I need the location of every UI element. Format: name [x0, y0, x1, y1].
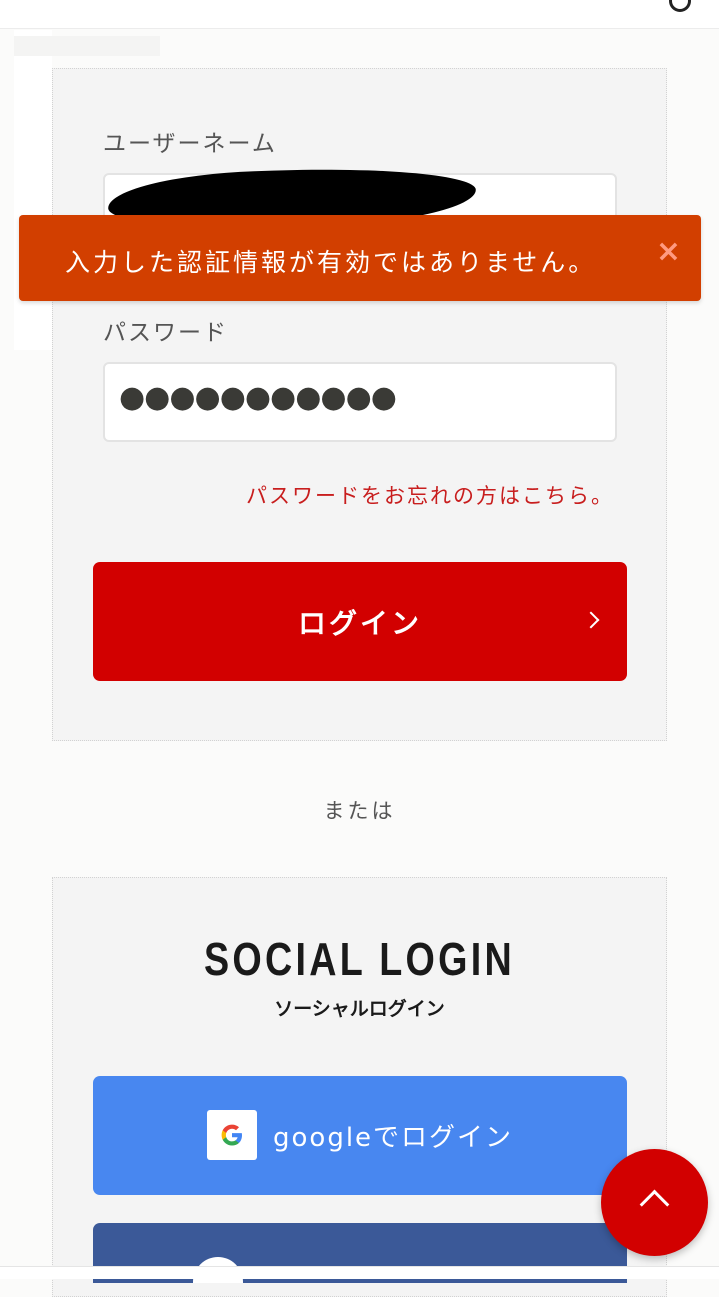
error-toast: 入力した認証情報が有効ではありません。 × — [19, 215, 701, 301]
close-icon[interactable]: × — [656, 237, 681, 267]
user-icon[interactable] — [669, 0, 691, 12]
decorative-band — [14, 30, 52, 350]
chevron-up-icon — [639, 1189, 670, 1220]
scroll-to-top-button[interactable] — [601, 1149, 708, 1256]
password-value: ●●●●●●●●●●● — [119, 380, 397, 415]
login-button-label: ログイン — [297, 607, 422, 640]
google-login-button[interactable]: googleでログイン — [93, 1076, 627, 1195]
google-button-label: googleでログイン — [273, 1123, 514, 1153]
or-separator: または — [323, 799, 396, 823]
password-label: パスワード — [103, 320, 228, 346]
decorative-bar — [14, 36, 160, 56]
google-icon — [207, 1110, 257, 1160]
bottom-edge — [0, 1266, 719, 1279]
password-input[interactable]: ●●●●●●●●●●● — [103, 362, 617, 442]
username-label: ユーザーネーム — [103, 131, 277, 157]
social-login-subtitle: ソーシャルログイン — [274, 998, 445, 1020]
login-button[interactable]: ログイン — [93, 562, 627, 681]
forgot-password-link[interactable]: パスワードをお忘れの方はこちら。 — [246, 480, 614, 510]
top-bar — [0, 0, 719, 29]
error-message: 入力した認証情報が有効ではありません。 — [65, 248, 597, 277]
social-login-title: SOCIAL LOGIN — [203, 933, 516, 985]
